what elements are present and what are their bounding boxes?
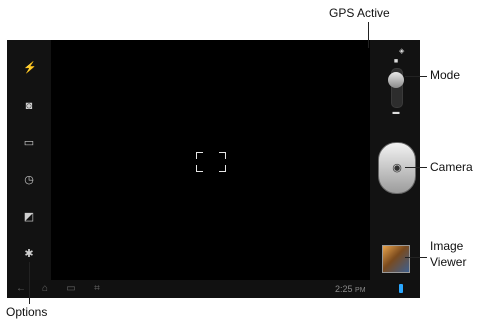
image-viewer-thumbnail[interactable]: [382, 245, 410, 273]
camera-shutter-icon: ◉: [392, 162, 402, 174]
clock-time: 2:25: [335, 284, 353, 294]
mode-knob[interactable]: [388, 72, 404, 88]
shooting-mode-icon[interactable]: ▭: [23, 137, 35, 149]
image-viewer-callout-line2: Viewer: [430, 255, 467, 269]
focus-frame: [196, 152, 226, 172]
gear-icon[interactable]: ✱: [23, 248, 35, 260]
mode-leader-line: [405, 76, 427, 77]
image-viewer-leader-line: [405, 257, 427, 258]
options-leader-line: [29, 262, 30, 304]
flash-icon[interactable]: ⚡: [23, 62, 37, 74]
back-icon[interactable]: ←: [15, 283, 27, 295]
image-viewer-callout: Image Viewer: [430, 238, 466, 270]
exposure-icon[interactable]: ◩: [23, 211, 35, 223]
camera-settings-toolbar: ⚡ ◙ ▭ ◷ ◩ ✱: [7, 40, 51, 280]
camera-shutter-button[interactable]: ◉: [378, 142, 416, 194]
video-mode-icon: ▬: [392, 109, 400, 116]
system-bar: ← ⌂ ▭ ⌗ 2:25 PM: [7, 280, 420, 298]
switch-camera-icon[interactable]: ◙: [23, 100, 35, 112]
gps-leader-line: [368, 22, 369, 48]
recent-apps-icon[interactable]: ▭: [65, 283, 77, 295]
viewfinder[interactable]: ◈: [51, 40, 404, 280]
mode-callout: Mode: [430, 68, 461, 82]
tablet-screen: ⚡ ◙ ▭ ◷ ◩ ✱ ◈ ■ ▬ ◉ ← ⌂ ▭ ⌗ 2:25 PM: [7, 40, 420, 298]
image-viewer-callout-line1: Image: [430, 239, 464, 253]
clock-ampm: PM: [355, 287, 366, 294]
camera-callout: Camera: [430, 160, 473, 174]
mode-switch[interactable]: ■ ▬: [386, 58, 406, 118]
home-icon[interactable]: ⌂: [39, 283, 51, 295]
timer-icon[interactable]: ◷: [23, 174, 35, 186]
camera-mode-icon: ■: [393, 58, 399, 65]
battery-icon: [399, 284, 403, 293]
camera-leader-line: [405, 167, 427, 168]
clock: 2:25 PM: [335, 283, 366, 295]
gps-active-callout: GPS Active: [329, 6, 390, 20]
screenshot-icon[interactable]: ⌗: [91, 283, 103, 295]
options-callout: Options: [6, 305, 48, 319]
